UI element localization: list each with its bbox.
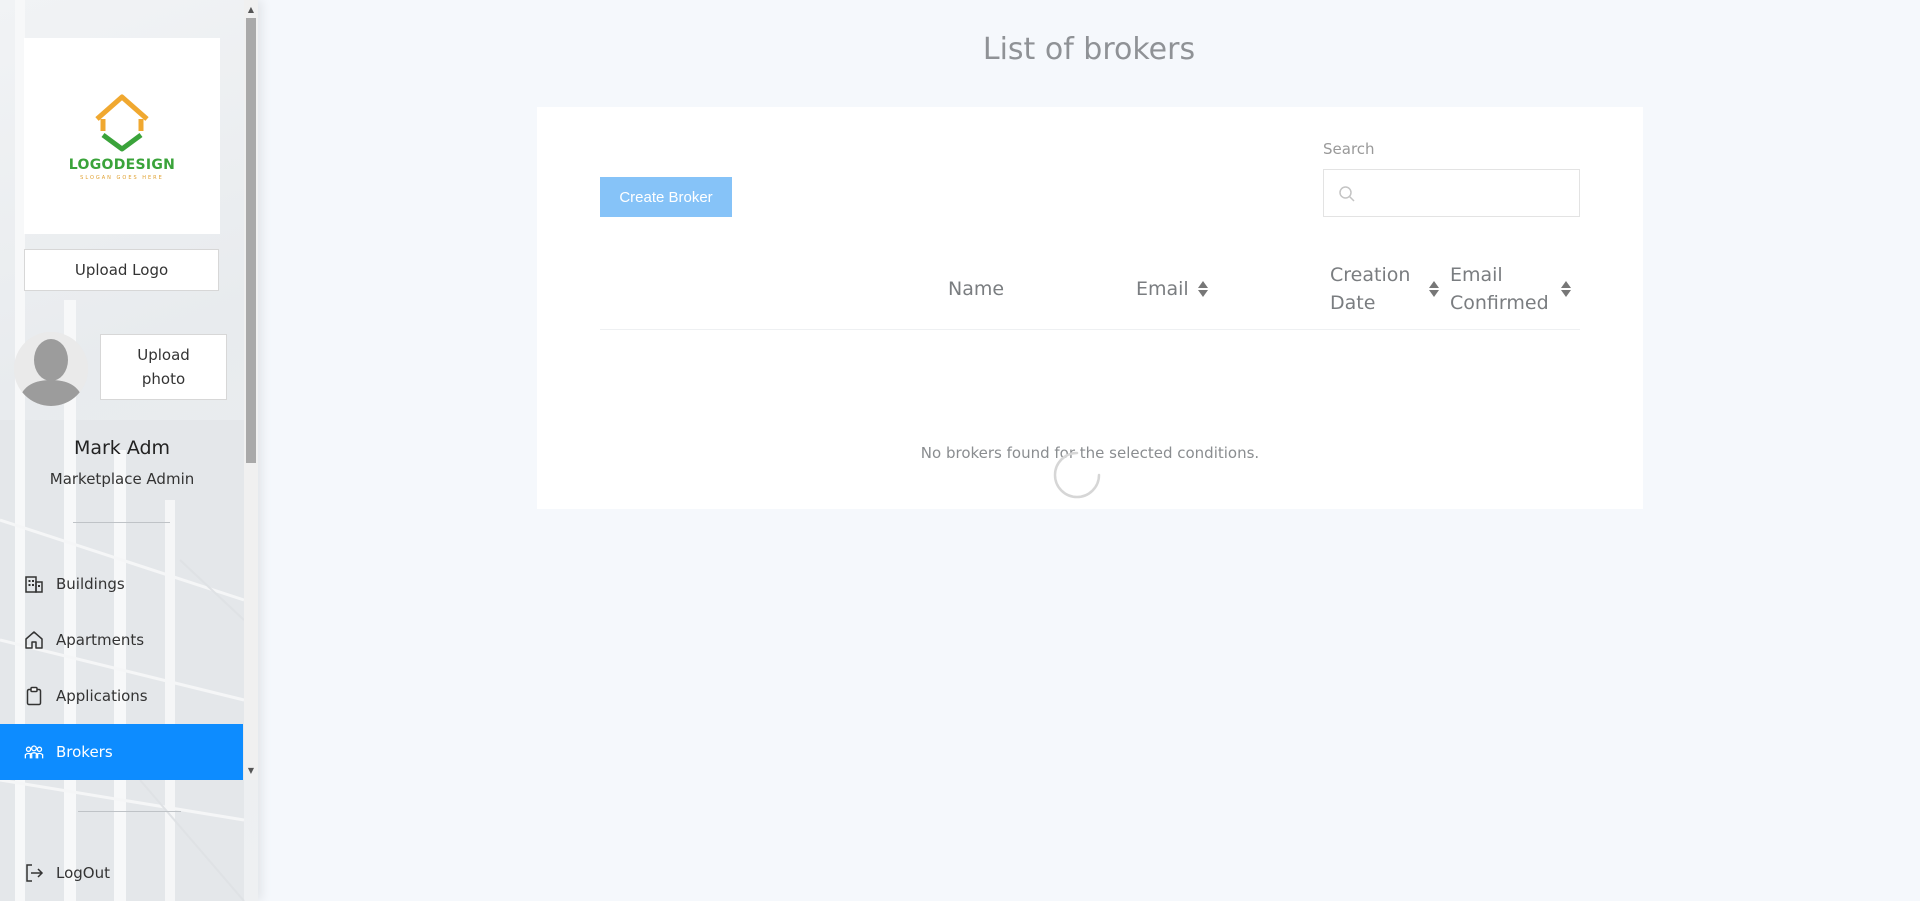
column-header-email-confirmed[interactable]: Email Confirmed [1450,261,1572,317]
building-icon [24,574,44,594]
sidebar-item-label: Brokers [56,743,113,761]
sort-icon[interactable] [1560,280,1572,298]
table-header-divider [600,329,1580,330]
logo-slogan: SLOGAN GOES HERE [80,175,164,181]
people-icon [24,742,44,762]
sidebar-item-label: Applications [56,687,148,705]
sidebar-divider [73,522,170,523]
create-broker-button[interactable]: Create Broker [600,177,732,217]
logo-text: LOGODESIGN [68,157,176,173]
search-label: Search [1323,140,1375,158]
column-header-creation-date[interactable]: Creation Date [1330,261,1440,317]
sidebar-item-brokers[interactable]: Brokers [0,724,243,780]
column-header-label: Email [1136,278,1189,300]
logo-house-icon [95,94,149,152]
logout-button[interactable]: LogOut [0,845,243,901]
sort-icon[interactable] [1428,280,1440,298]
scroll-up-arrow-icon[interactable]: ▲ [244,2,258,16]
sidebar-item-label: Apartments [56,631,145,649]
sidebar-item-buildings[interactable]: Buildings [0,556,243,612]
company-logo: LOGODESIGN SLOGAN GOES HERE [24,38,220,234]
upload-logo-button[interactable]: Upload Logo [24,249,219,291]
column-header-email[interactable]: Email [1136,275,1209,303]
brokers-card: Create Broker Search Name Email Creation… [537,107,1643,509]
sidebar-item-label: Buildings [56,575,125,593]
user-role: Marketplace Admin [49,470,195,488]
logout-label: LogOut [56,864,110,882]
sidebar-divider [78,811,181,812]
column-header-name: Name [948,275,1004,303]
sidebar-item-applications[interactable]: Applications [0,668,243,724]
sidebar-item-apartments[interactable]: Apartments [0,612,243,668]
page-title: List of brokers [982,32,1196,67]
search-input[interactable] [1364,170,1574,216]
user-silhouette-icon [14,332,88,406]
column-header-label: Creation Date [1330,264,1411,314]
scroll-down-arrow-icon[interactable]: ▼ [244,763,258,777]
clipboard-icon [24,686,44,706]
column-header-label: Name [948,278,1005,300]
sort-icon[interactable] [1197,280,1209,298]
upload-photo-button[interactable]: Upload photo [100,334,227,400]
loading-spinner-icon [1053,451,1101,499]
sidebar-scrollbar[interactable]: ▲ ▼ [244,0,258,780]
column-header-label: Email Confirmed [1450,264,1549,314]
avatar [14,332,88,406]
home-icon [24,630,44,650]
scroll-thumb[interactable] [246,18,256,463]
search-icon [1338,185,1356,207]
sidebar: LOGODESIGN SLOGAN GOES HERE Upload Logo … [0,0,258,901]
logout-icon [24,863,44,883]
user-name: Mark Adm [73,437,171,459]
search-field[interactable] [1323,169,1580,217]
